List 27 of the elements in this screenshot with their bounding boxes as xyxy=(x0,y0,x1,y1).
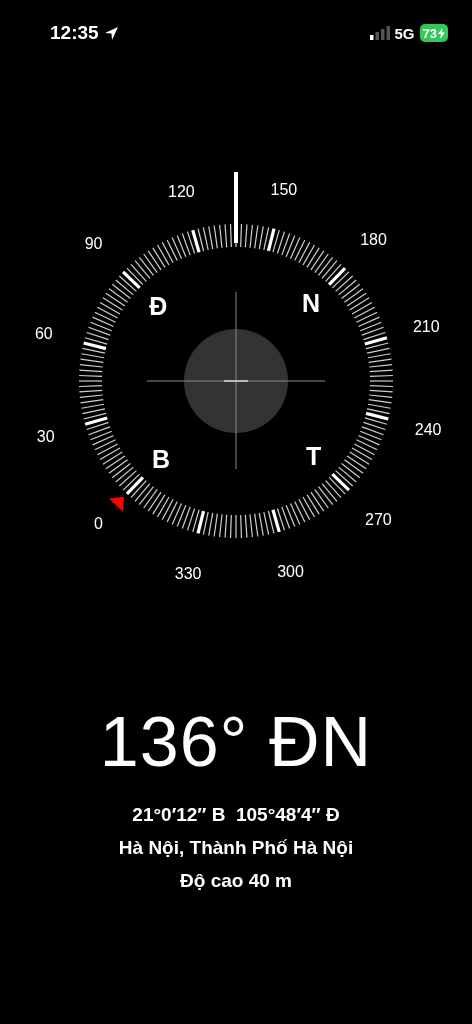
signal-icon xyxy=(369,26,390,40)
heading-readout: 136° ĐN xyxy=(99,702,373,782)
place-name: Hà Nội, Thành Phố Hà Nội xyxy=(118,837,354,859)
degree-label: 150 xyxy=(270,180,298,198)
degree-label: 300 xyxy=(277,563,304,581)
degree-label: 60 xyxy=(35,325,53,343)
degree-label: 270 xyxy=(365,510,392,528)
cardinal-label: Đ xyxy=(149,292,168,320)
cardinal-label: B xyxy=(151,444,170,473)
heading-line xyxy=(234,172,238,243)
location-arrow-icon xyxy=(103,25,119,41)
cardinal-label: T xyxy=(306,442,322,470)
network-label: 5G xyxy=(394,24,415,42)
north-pointer xyxy=(109,496,125,512)
degree-label: 180 xyxy=(360,230,387,248)
degree-label: 0 xyxy=(94,515,103,533)
coordinates: 21°0′12″ B 105°48′4″ Đ xyxy=(132,804,340,826)
degree-label: 330 xyxy=(174,565,202,583)
degree-label: 120 xyxy=(168,182,195,200)
status-time: 12:35 xyxy=(50,22,99,44)
altitude: Độ cao 40 m xyxy=(180,870,292,892)
degree-label: 90 xyxy=(84,235,103,253)
degree-label: 210 xyxy=(413,318,440,336)
degree-label: 240 xyxy=(414,420,442,438)
battery-indicator: 73 xyxy=(419,24,448,42)
degree-label: 30 xyxy=(36,427,55,445)
cardinal-label: N xyxy=(302,289,321,318)
